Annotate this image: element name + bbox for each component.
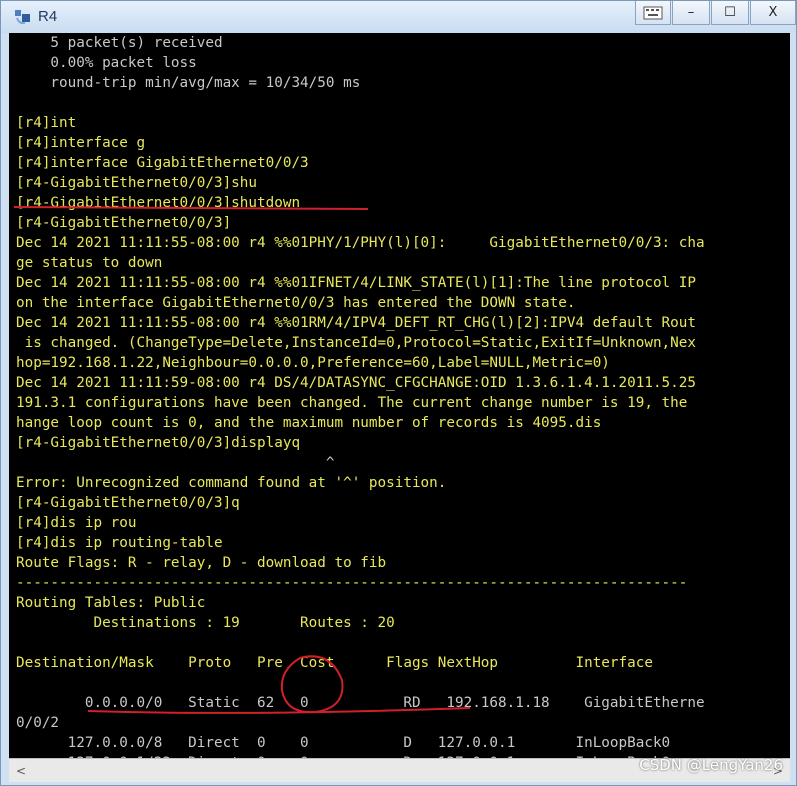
terminal-line: Route Flags: R - relay, D - download to … (16, 555, 387, 571)
close-button[interactable]: X (750, 1, 796, 25)
terminal-line: on the interface GigabitEthernet0/0/3 ha… (16, 295, 576, 311)
terminal-line: 191.3.1 configurations have been changed… (16, 395, 688, 411)
terminal-line: round-trip min/avg/max = 10/34/50 ms (16, 75, 361, 91)
terminal-line: Dec 14 2021 11:11:55-08:00 r4 %%01IFNET/… (16, 275, 696, 291)
terminal-line: is changed. (ChangeType=Delete,InstanceI… (16, 335, 696, 351)
keyboard-icon[interactable] (635, 1, 671, 25)
title-bar[interactable]: R4 – ☐ X (1, 1, 796, 33)
terminal-line: ge status to down (16, 255, 163, 271)
terminal-line: Dec 14 2021 11:11:59-08:00 r4 DS/4/DATAS… (16, 375, 696, 391)
minimize-button[interactable]: – (672, 1, 710, 25)
terminal-line: [r4]dis ip rou (16, 515, 137, 531)
terminal-line: Destinations : 19 Routes : 20 (16, 615, 395, 631)
terminal-line: [r4]interface GigabitEthernet0/0/3 (16, 155, 309, 171)
terminal-line: hange loop count is 0, and the maximum n… (16, 415, 602, 431)
scroll-left-arrow-icon[interactable]: < (13, 763, 29, 779)
window-controls: – ☐ X (634, 1, 796, 27)
window-title: R4 (38, 8, 58, 25)
terminal-line: 0.0.0.0/0 Static 62 0 RD 192.168.1.18 Gi… (16, 695, 705, 711)
terminal-line: 5 packet(s) received (16, 35, 223, 51)
terminal-line: hop=192.168.1.22,Neighbour=0.0.0.0,Prefe… (16, 355, 610, 371)
terminal-line: [r4-GigabitEthernet0/0/3]q (16, 495, 240, 511)
terminal-line: [r4-GigabitEthernet0/0/3]displayq (16, 435, 301, 451)
terminal-line: ----------------------------------------… (16, 575, 688, 591)
maximize-button[interactable]: ☐ (711, 1, 749, 25)
terminal-line: [r4-GigabitEthernet0/0/3]shu (16, 175, 258, 191)
terminal-line: Routing Tables: Public (16, 595, 206, 611)
terminal-line: Error: Unrecognized command found at '^'… (16, 475, 447, 491)
terminal-line: [r4]int (16, 115, 77, 131)
watermark: CSDN @LengYan26 (639, 756, 783, 774)
terminal-line: [r4-GigabitEthernet0/0/3] (16, 215, 232, 231)
terminal-window: R4 – ☐ X 5 packet(s) received 0.00% pack… (0, 0, 797, 786)
terminal-line: Dec 14 2021 11:11:55-08:00 r4 %%01PHY/1/… (16, 235, 705, 251)
app-icon (15, 10, 30, 25)
terminal-line: Dec 14 2021 11:11:55-08:00 r4 %%01RM/4/I… (16, 315, 696, 331)
terminal-line: [r4]dis ip routing-table (16, 535, 223, 551)
terminal-line: 0.00% packet loss (16, 55, 197, 71)
terminal-line: 0/0/2 (16, 715, 60, 731)
terminal-line: 127.0.0.0/8 Direct 0 0 D 127.0.0.1 InLoo… (16, 735, 671, 751)
terminal-line: [r4-GigabitEthernet0/0/3]shutdown (16, 195, 301, 211)
terminal-line: [r4]interface g (16, 135, 146, 151)
terminal-line: Destination/Mask Proto Pre Cost Flags Ne… (16, 655, 653, 671)
terminal-output[interactable]: 5 packet(s) received 0.00% packet loss r… (9, 33, 790, 758)
terminal-line: ^ (16, 455, 335, 471)
